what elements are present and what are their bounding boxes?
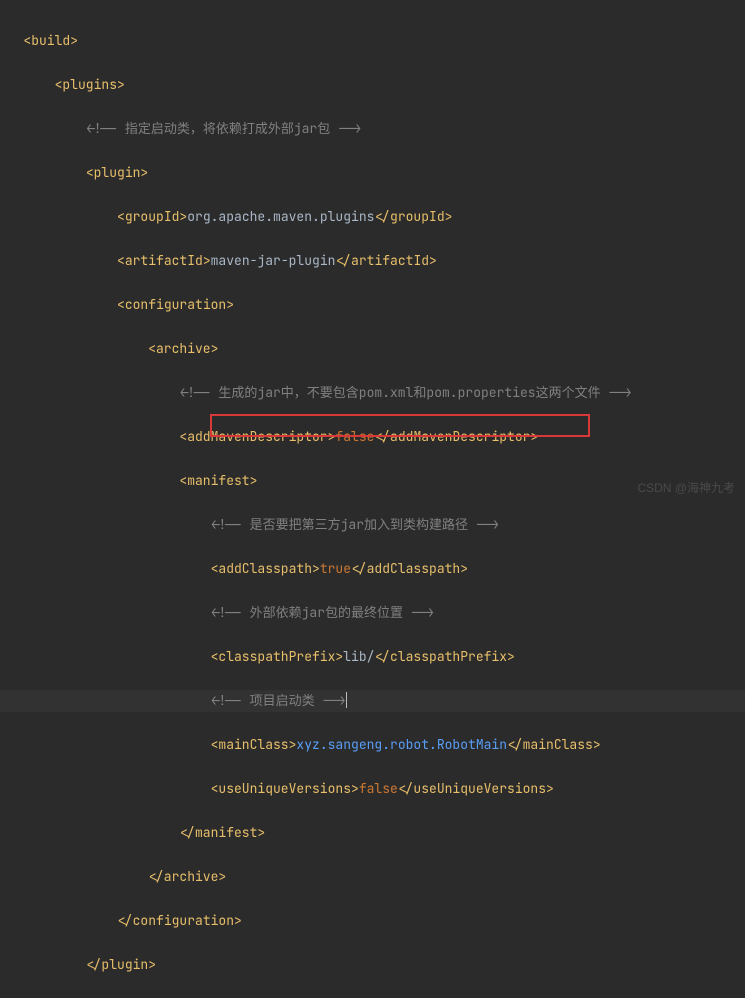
tag-classpathprefix-close: </classpathPrefix> <box>374 648 514 665</box>
tag-configuration-close: </configuration> <box>117 912 242 929</box>
tag-archive-close: </archive> <box>148 868 226 885</box>
val-addclasspath: true <box>320 560 351 577</box>
tag-groupid-close: </groupId> <box>374 208 452 225</box>
tag-configuration-open: <configuration> <box>117 296 234 313</box>
tag-addclasspath-open: <addClasspath> <box>211 560 320 577</box>
tag-groupid-open: <groupId> <box>117 208 187 225</box>
tag-classpathprefix-open: <classpathPrefix> <box>211 648 344 665</box>
tag-mainclass-close: </mainClass> <box>507 736 601 753</box>
code-editor[interactable]: <build> <plugins> <!-- 指定启动类，将依赖打成外部jar包… <box>0 8 745 998</box>
tag-plugin-close: </plugin> <box>86 956 156 973</box>
comment-4: <!-- 外部依赖jar包的最终位置 --> <box>211 604 435 621</box>
tag-useuniqueversions-open: <useUniqueVersions> <box>211 780 359 797</box>
tag-addmavend-close: </addMavenDescriptor> <box>374 428 538 445</box>
comment-1: <!-- 指定启动类，将依赖打成外部jar包 --> <box>86 120 362 137</box>
comment-2: <!-- 生成的jar中，不要包含pom.xml和pom.properties这… <box>179 384 631 401</box>
val-classpathprefix: lib/ <box>343 648 374 665</box>
text-cursor <box>346 692 347 708</box>
tag-artifactid-close: </artifactId> <box>335 252 436 269</box>
comment-3: <!-- 是否要把第三方jar加入到类构建路径 --> <box>211 516 500 533</box>
val-mainclass: xyz.sangeng.robot.RobotMain <box>296 736 507 753</box>
comment-5: <!-- 项目启动类 --> <box>211 692 346 709</box>
tag-plugin-open: <plugin> <box>86 164 148 181</box>
tag-archive-open: <archive> <box>148 340 218 357</box>
tag-artifactid-open: <artifactId> <box>117 252 211 269</box>
val-groupid: org.apache.maven.plugins <box>187 208 374 225</box>
watermark-text: CSDN @海神九考 <box>637 479 735 496</box>
val-useuniqueversions: false <box>359 780 398 797</box>
tag-manifest-open: <manifest> <box>179 472 257 489</box>
tag-addclasspath-close: </addClasspath> <box>351 560 468 577</box>
tag-mainclass-open: <mainClass> <box>211 736 297 753</box>
val-addmavend: false <box>335 428 374 445</box>
tag-useuniqueversions-close: </useUniqueVersions> <box>398 780 554 797</box>
tag-addmavend-open: <addMavenDescriptor> <box>179 428 335 445</box>
tag-build-open: <build> <box>23 32 78 49</box>
tag-plugins-open: <plugins> <box>55 76 125 93</box>
tag-manifest-close: </manifest> <box>179 824 265 841</box>
val-artifactid: maven-jar-plugin <box>211 252 336 269</box>
